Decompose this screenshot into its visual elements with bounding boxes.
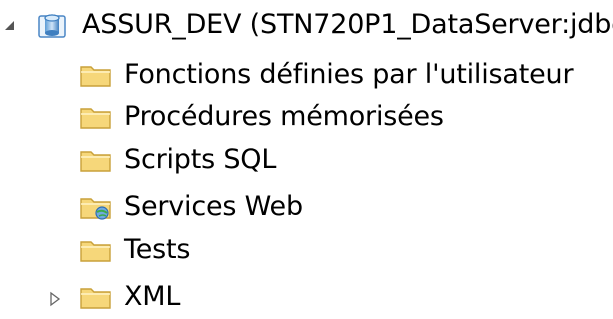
tree-node-label: Services Web [124, 191, 303, 222]
tree-node-label: Procédures mémorisées [124, 101, 444, 132]
folder-icon [78, 282, 114, 312]
tree-node-label: Tests [124, 234, 191, 265]
tree-node-services-web[interactable]: Services Web [78, 185, 303, 229]
tree-node-procedures[interactable]: Procédures mémorisées [78, 95, 444, 139]
folder-icon [78, 235, 114, 265]
tree-node-fonctions[interactable]: Fonctions définies par l'utilisateur [78, 53, 574, 97]
expand-arrow-icon[interactable] [47, 291, 63, 307]
project-tree: ASSUR_DEV (STN720P1_DataServer:jdbc Fonc… [0, 0, 613, 312]
tree-node-label: Scripts SQL [124, 144, 277, 175]
tree-node-xml[interactable]: XML [78, 275, 180, 319]
tree-node-scripts-sql[interactable]: Scripts SQL [78, 138, 276, 182]
database-project-icon [36, 10, 72, 40]
tree-node-root[interactable]: ASSUR_DEV (STN720P1_DataServer:jdbc [0, 3, 613, 47]
web-services-folder-icon [78, 192, 114, 222]
folder-icon [78, 102, 114, 132]
collapse-arrow-icon[interactable] [2, 17, 18, 33]
folder-icon [78, 60, 114, 90]
folder-icon [78, 145, 114, 175]
tree-node-tests[interactable]: Tests [78, 228, 190, 272]
tree-node-label: XML [124, 281, 181, 312]
tree-node-label: Fonctions définies par l'utilisateur [124, 59, 574, 90]
tree-node-label: ASSUR_DEV (STN720P1_DataServer:jdbc [82, 9, 613, 40]
